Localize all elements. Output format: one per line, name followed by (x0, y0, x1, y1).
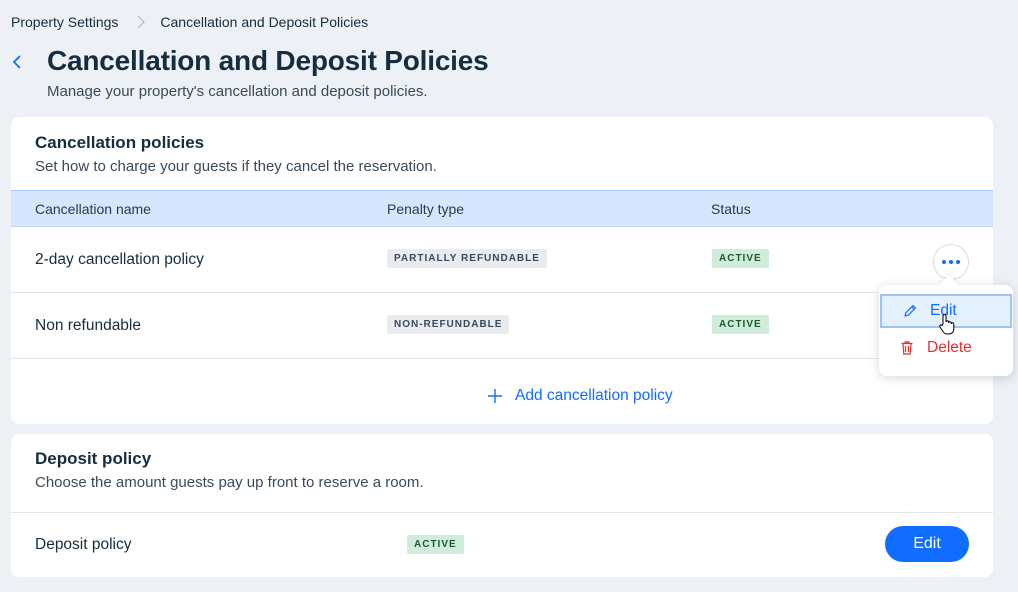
page-title: Cancellation and Deposit Policies (47, 45, 489, 76)
page-subtitle: Manage your property's cancellation and … (47, 83, 428, 100)
column-header-penalty[interactable]: Penalty type (387, 201, 464, 217)
table-row[interactable]: 2-day cancellation policy PARTIALLY REFU… (11, 227, 993, 293)
status-badge: ACTIVE (712, 315, 769, 334)
penalty-badge: NON-REFUNDABLE (387, 315, 510, 334)
breadcrumb: Property Settings Cancellation and Depos… (11, 14, 368, 30)
add-cancellation-policy-label: Add cancellation policy (515, 387, 673, 404)
deposit-policy-card: Deposit policy Choose the amount guests … (11, 434, 993, 577)
deposit-card-description: Choose the amount guests pay up front to… (35, 474, 424, 491)
deposit-row: Deposit policy ACTIVE Edit (11, 512, 993, 577)
cancellation-policies-card: Cancellation policies Set how to charge … (11, 117, 993, 424)
deposit-policy-name: Deposit policy (35, 536, 132, 553)
more-horizontal-icon (956, 260, 960, 264)
status-badge: ACTIVE (712, 249, 769, 268)
penalty-badge: PARTIALLY REFUNDABLE (387, 249, 547, 268)
cancellation-card-description: Set how to charge your guests if they ca… (35, 158, 437, 175)
deposit-card-title: Deposit policy (35, 449, 152, 468)
add-cancellation-policy-button[interactable]: Add cancellation policy (487, 387, 673, 405)
table-header: Cancellation name Penalty type Status (11, 190, 993, 227)
menu-item-delete-label: Delete (927, 339, 972, 356)
menu-item-delete[interactable]: Delete (879, 331, 1013, 365)
column-header-name[interactable]: Cancellation name (35, 201, 151, 217)
chevron-left-icon[interactable] (9, 52, 27, 72)
breadcrumb-parent[interactable]: Property Settings (11, 14, 118, 30)
policy-name: Non refundable (35, 317, 141, 334)
column-header-status[interactable]: Status (711, 201, 751, 217)
cancellation-card-title: Cancellation policies (35, 133, 205, 152)
plus-icon (488, 389, 502, 403)
more-horizontal-icon (942, 260, 946, 264)
pencil-icon (904, 305, 916, 317)
chevron-right-icon (137, 15, 146, 29)
edit-deposit-button[interactable]: Edit (885, 526, 969, 562)
breadcrumb-current: Cancellation and Deposit Policies (160, 14, 369, 30)
hand-pointer-icon (939, 314, 955, 335)
status-badge: ACTIVE (407, 535, 464, 554)
more-horizontal-icon (949, 260, 953, 264)
table-row[interactable]: Non refundable NON-REFUNDABLE ACTIVE (11, 293, 993, 359)
trash-icon (901, 341, 913, 355)
policy-name: 2-day cancellation policy (35, 251, 204, 268)
more-actions-button[interactable] (933, 244, 969, 280)
